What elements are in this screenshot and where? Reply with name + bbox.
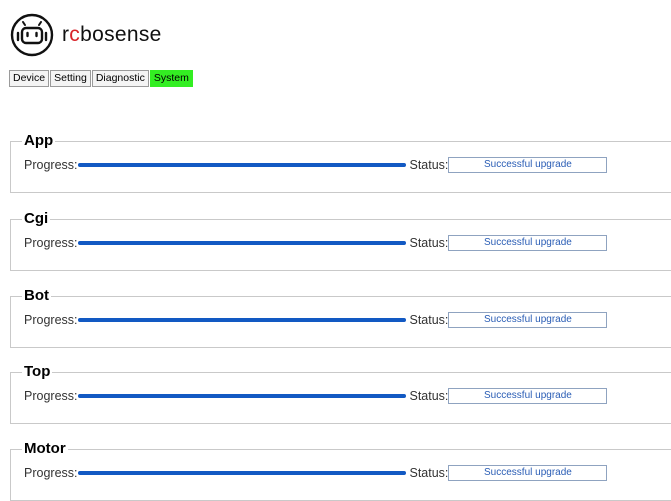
progress-bar	[77, 394, 406, 398]
robot-head-icon	[10, 13, 54, 57]
status-label: Status:	[409, 389, 449, 403]
upgrade-section: Top Progress: Status: Successful upgrade	[10, 364, 671, 424]
progress-row: Progress: Status: Successful upgrade	[24, 157, 608, 173]
section-title: Bot	[22, 287, 51, 304]
progress-fill	[77, 471, 406, 475]
status-label: Status:	[409, 158, 449, 172]
progress-row: Progress: Status: Successful upgrade	[24, 465, 608, 481]
progress-label: Progress:	[24, 313, 78, 327]
tab-diagnostic[interactable]: Diagnostic	[91, 70, 149, 87]
progress-row: Progress: Status: Successful upgrade	[24, 235, 608, 251]
brand-header: rcbosense	[10, 12, 162, 58]
status-label: Status:	[409, 236, 449, 250]
progress-bar	[77, 241, 406, 245]
upgrade-section: Motor Progress: Status: Successful upgrade	[10, 441, 671, 501]
status-field: Successful upgrade	[448, 388, 608, 404]
section-title: App	[22, 132, 56, 149]
section-title: Motor	[22, 440, 68, 457]
tab-device[interactable]: Device	[9, 70, 50, 87]
upgrade-section: App Progress: Status: Successful upgrade	[10, 133, 671, 193]
section-title: Cgi	[22, 210, 51, 227]
progress-row: Progress: Status: Successful upgrade	[24, 312, 608, 328]
progress-fill	[77, 163, 406, 167]
status-field: Successful upgrade	[448, 465, 608, 481]
progress-bar	[77, 318, 406, 322]
tab-setting[interactable]: Setting	[50, 70, 91, 87]
upgrade-section: Bot Progress: Status: Successful upgrade	[10, 288, 671, 348]
progress-fill	[77, 318, 406, 322]
progress-label: Progress:	[24, 389, 78, 403]
section-title: Top	[22, 363, 53, 380]
progress-fill	[77, 241, 406, 245]
status-label: Status:	[409, 313, 449, 327]
progress-label: Progress:	[24, 466, 78, 480]
status-field: Successful upgrade	[448, 312, 608, 328]
tab-system[interactable]: System	[149, 70, 193, 87]
progress-bar	[77, 163, 406, 167]
tab-bar: Device Setting Diagnostic System	[9, 70, 193, 87]
progress-label: Progress:	[24, 236, 78, 250]
progress-label: Progress:	[24, 158, 78, 172]
progress-fill	[77, 394, 406, 398]
progress-row: Progress: Status: Successful upgrade	[24, 388, 608, 404]
progress-bar	[77, 471, 406, 475]
status-field: Successful upgrade	[448, 235, 608, 251]
brand-name: rcbosense	[62, 23, 162, 46]
upgrade-section: Cgi Progress: Status: Successful upgrade	[10, 211, 671, 271]
status-label: Status:	[409, 466, 449, 480]
status-field: Successful upgrade	[448, 157, 608, 173]
